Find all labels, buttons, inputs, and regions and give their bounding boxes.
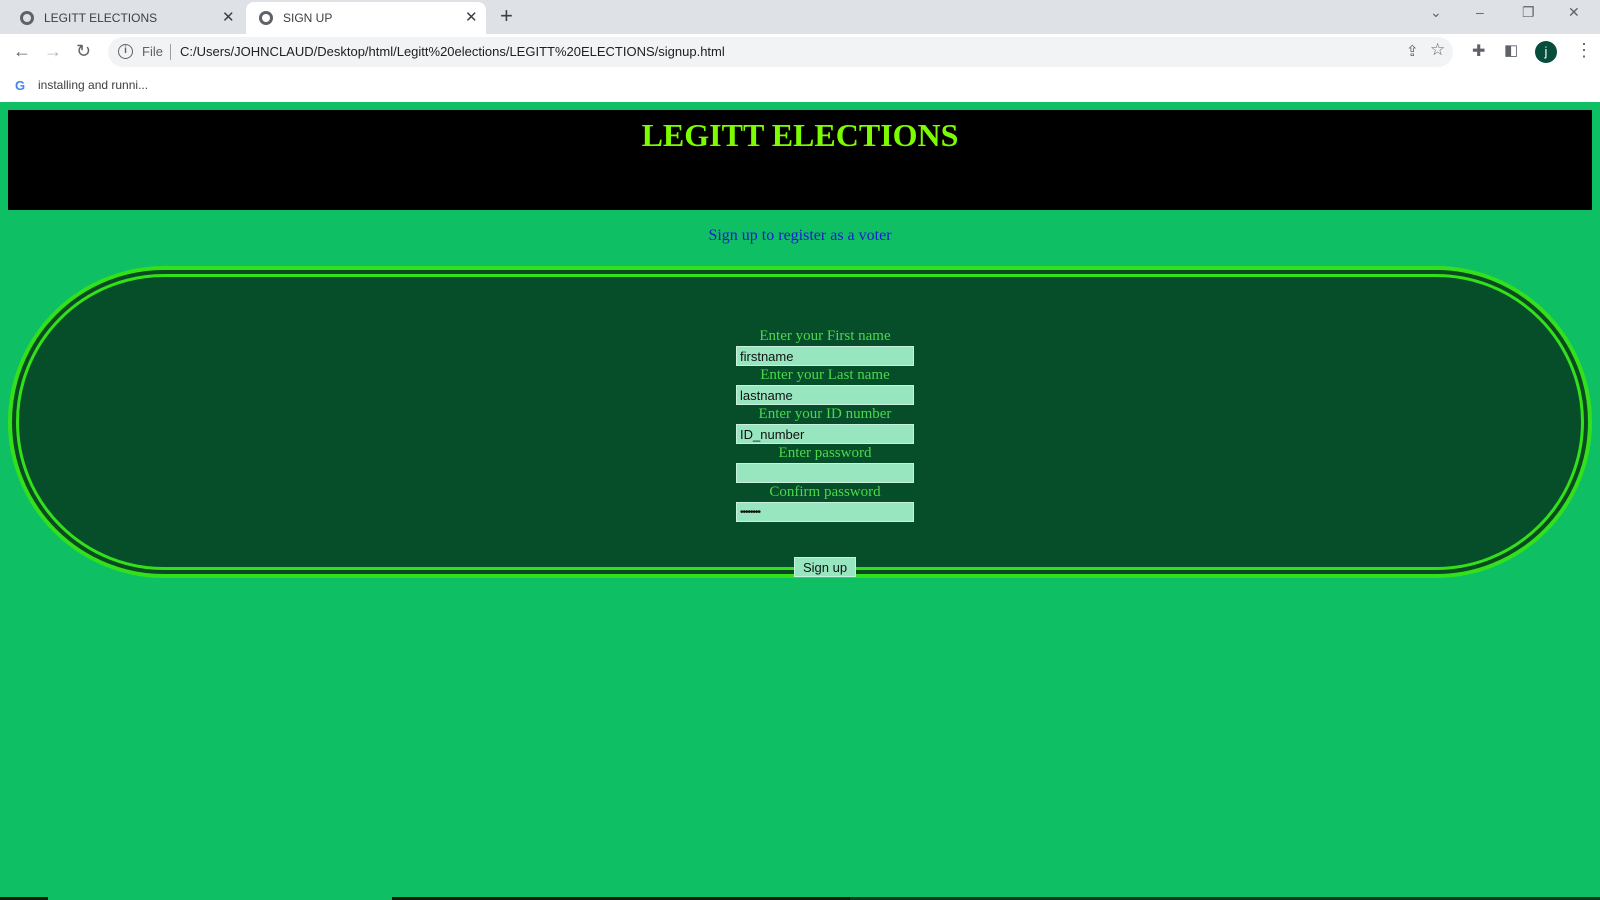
plus-icon[interactable]: + (500, 4, 513, 28)
first-name-input[interactable] (736, 346, 914, 366)
window-close-icon[interactable]: ✕ (1568, 4, 1580, 21)
tab-strip: LEGITT ELECTIONS ✕ SIGN UP ✕ + ⌄ – ❐ ✕ (0, 0, 1600, 34)
divider (170, 44, 171, 60)
tab-title: LEGITT ELECTIONS (44, 11, 158, 25)
star-icon[interactable]: ☆ (1430, 40, 1445, 60)
close-icon[interactable]: ✕ (222, 8, 235, 26)
site-header: LEGITT ELECTIONS (8, 110, 1592, 210)
tab-legitt-elections[interactable]: LEGITT ELECTIONS ✕ (0, 2, 246, 34)
share-icon[interactable]: ⇪ (1406, 42, 1419, 60)
minimize-icon[interactable]: – (1476, 4, 1484, 20)
id-number-label: Enter your ID number (758, 406, 892, 422)
tab-sign-up[interactable]: SIGN UP ✕ (246, 2, 486, 34)
google-icon: G (15, 78, 26, 93)
password-input[interactable] (736, 463, 914, 483)
info-icon[interactable]: i (118, 44, 133, 59)
back-arrow-icon[interactable]: ← (13, 40, 31, 62)
scheme-label: File (142, 44, 163, 59)
sign-up-button[interactable]: Sign up (794, 557, 856, 577)
bookmarks-bar: G installing and runni... (0, 70, 1600, 102)
reload-icon[interactable]: ↻ (76, 40, 91, 62)
globe-icon (259, 11, 273, 25)
close-icon[interactable]: ✕ (465, 8, 478, 26)
browser-toolbar: ← → ↻ i File C:/Users/JOHNCLAUD/Desktop/… (0, 34, 1600, 70)
last-name-label: Enter your Last name (760, 367, 890, 383)
last-name-input[interactable] (736, 385, 914, 405)
page-body: LEGITT ELECTIONS Sign up to register as … (0, 102, 1600, 900)
signup-form: Enter your First name Enter your Last na… (736, 327, 914, 522)
bookmark-item[interactable]: installing and runni... (38, 78, 148, 92)
page-title: LEGITT ELECTIONS (641, 117, 959, 153)
extensions-icon[interactable]: ✚ (1472, 41, 1485, 61)
forward-arrow-icon[interactable]: → (44, 40, 62, 62)
avatar[interactable]: j (1535, 41, 1557, 63)
restore-icon[interactable]: ❐ (1522, 4, 1535, 21)
tab-title: SIGN UP (283, 11, 333, 25)
side-panel-icon[interactable]: ◧ (1504, 41, 1518, 59)
url-text[interactable]: C:/Users/JOHNCLAUD/Desktop/html/Legitt%2… (180, 44, 725, 59)
id-number-input[interactable] (736, 424, 914, 444)
more-menu-icon[interactable]: ⋮ (1575, 40, 1593, 61)
confirm-password-label: Confirm password (769, 484, 881, 500)
globe-icon (20, 11, 34, 25)
password-label: Enter password (778, 445, 872, 461)
first-name-label: Enter your First name (759, 328, 891, 344)
page-subtitle: Sign up to register as a voter (708, 227, 892, 244)
chevron-down-icon[interactable]: ⌄ (1430, 4, 1442, 21)
confirm-password-input[interactable] (736, 502, 914, 522)
address-bar[interactable]: i File C:/Users/JOHNCLAUD/Desktop/html/L… (108, 37, 1453, 67)
